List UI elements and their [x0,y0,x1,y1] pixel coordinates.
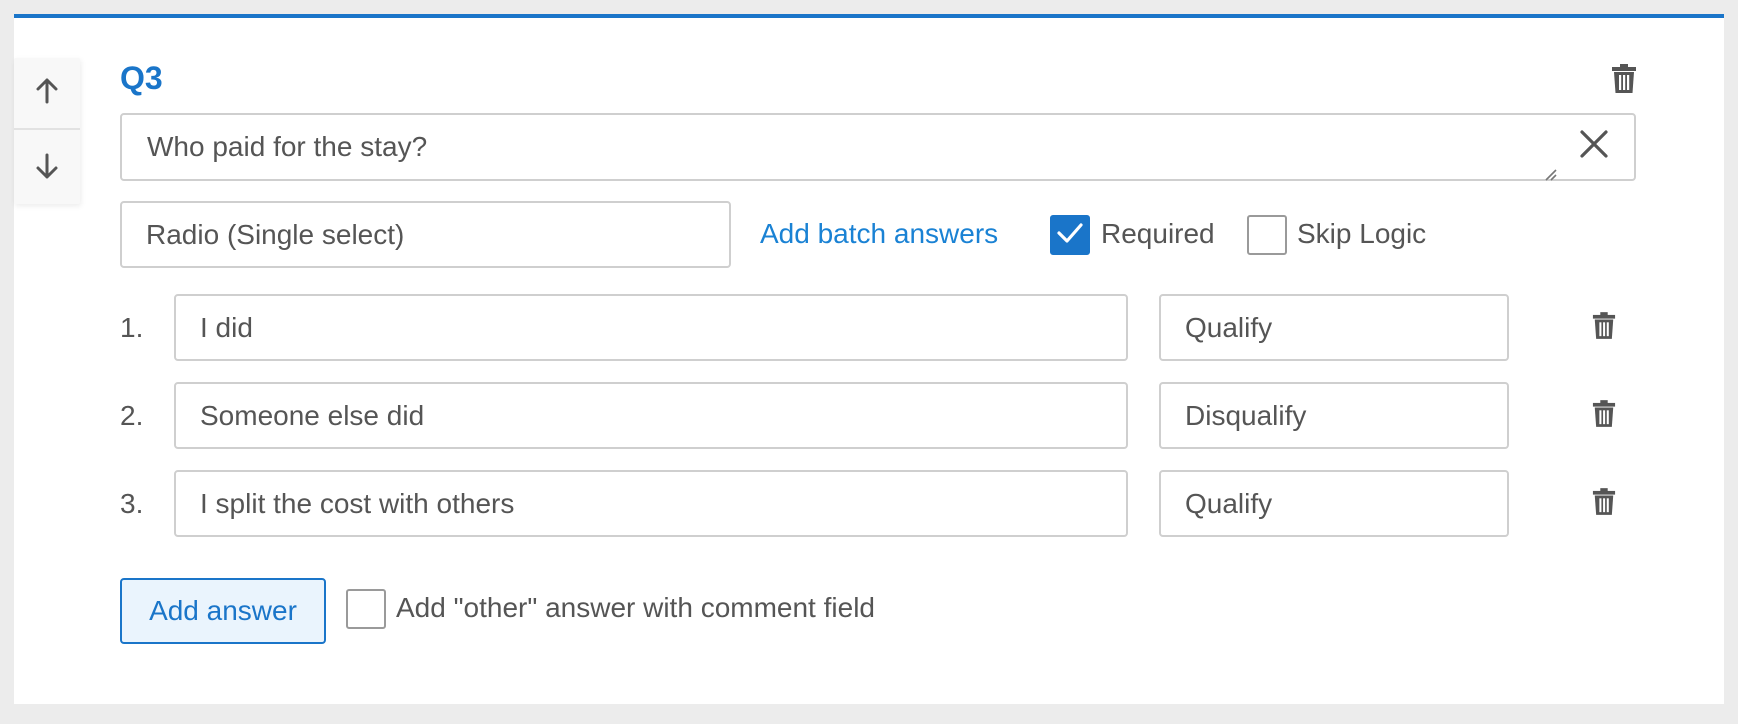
skip-logic-checkbox[interactable] [1247,215,1287,255]
checkmark-icon [1056,221,1084,250]
answer-text-value: I did [200,311,253,343]
reorder-controls [14,58,80,204]
answer-number: 2. [120,400,144,431]
arrow-down-icon [35,152,59,185]
answer-action-select[interactable]: Qualify [1159,294,1509,361]
delete-answer-button[interactable] [1588,311,1620,345]
add-other-answer-label: Add "other" answer with comment field [396,592,875,623]
delete-answer-button[interactable] [1588,487,1620,521]
answer-action-value: Qualify [1185,487,1273,519]
answer-text-value: Someone else did [200,399,425,431]
add-other-answer-checkbox[interactable] [346,589,386,629]
answer-action-value: Qualify [1185,311,1273,343]
answer-text-input[interactable]: I did [174,294,1128,361]
move-up-button[interactable] [14,58,80,130]
add-batch-answers-link[interactable]: Add batch answers [760,218,998,250]
question-type-select[interactable]: Radio (Single select) [120,201,731,268]
delete-answer-button[interactable] [1588,399,1620,433]
answer-number: 1. [120,312,144,343]
answer-action-select[interactable]: Disqualify [1159,382,1509,449]
delete-question-button[interactable] [1608,63,1640,99]
question-number-label: Q3 [120,60,163,96]
required-label: Required [1101,218,1215,249]
question-text-input[interactable]: Who paid for the stay? [120,113,1636,181]
answer-text-value: I split the cost with others [200,487,515,519]
answer-text-input[interactable]: Someone else did [174,382,1128,449]
answer-number: 3. [120,488,144,519]
clear-question-button[interactable] [1576,129,1612,165]
trash-icon [1592,487,1616,521]
answer-action-value: Disqualify [1185,399,1307,431]
close-icon [1579,129,1609,166]
required-checkbox[interactable] [1050,215,1090,255]
question-text-value: Who paid for the stay? [147,131,428,162]
answer-text-input[interactable]: I split the cost with others [174,470,1128,537]
skip-logic-label: Skip Logic [1297,218,1427,249]
answer-action-select[interactable]: Qualify [1159,470,1509,537]
arrow-up-icon [35,77,59,110]
trash-icon [1592,311,1616,345]
trash-icon [1592,399,1616,433]
add-answer-button[interactable]: Add answer [120,578,326,644]
question-type-value: Radio (Single select) [146,218,405,250]
trash-icon [1611,63,1637,99]
resize-handle-icon[interactable] [1540,157,1558,181]
move-down-button[interactable] [14,132,80,204]
